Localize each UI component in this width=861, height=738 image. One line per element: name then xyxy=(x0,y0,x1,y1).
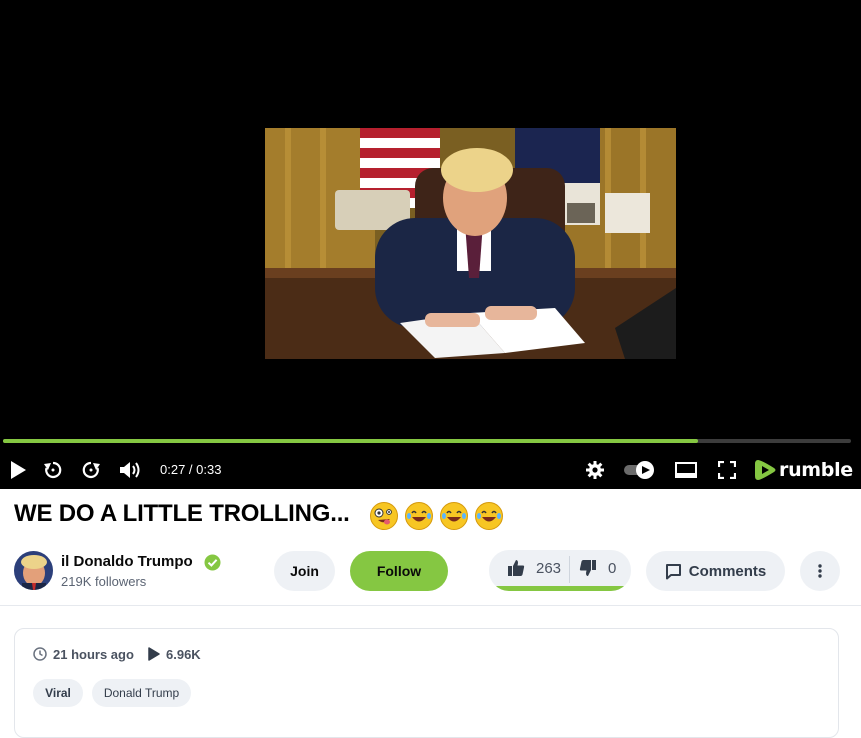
tears-of-joy-emoji xyxy=(440,502,468,530)
time-readout: 0:27 / 0:33 xyxy=(160,462,222,477)
zany-face-emoji xyxy=(370,502,398,530)
fullscreen-icon xyxy=(718,461,736,479)
progress-fill xyxy=(3,439,699,443)
verified-icon xyxy=(204,554,221,571)
theater-icon xyxy=(675,462,697,478)
section-divider xyxy=(0,605,861,606)
progress-bar[interactable] xyxy=(3,439,851,443)
join-button[interactable]: Join xyxy=(274,551,335,591)
channel-name[interactable]: il Donaldo Trumpo xyxy=(61,553,193,570)
posted-time: 21 hours ago xyxy=(33,646,134,662)
vote-separator xyxy=(569,556,570,583)
volume-button[interactable] xyxy=(117,452,143,488)
volume-icon xyxy=(120,462,140,478)
video-title: WE DO A LITTLE TROLLING... xyxy=(14,500,350,527)
comment-icon xyxy=(665,563,681,579)
follow-button[interactable]: Follow xyxy=(350,551,448,591)
vote-ratio-bar xyxy=(489,586,631,591)
tears-of-joy-emoji xyxy=(405,502,433,530)
rumble-logo-icon xyxy=(755,460,776,480)
video-still xyxy=(265,128,676,359)
thumbs-down-icon xyxy=(579,560,596,576)
more-options-button[interactable] xyxy=(800,551,840,591)
tag-donald-trump[interactable]: Donald Trump xyxy=(92,679,191,707)
follower-count: 219K followers xyxy=(61,574,147,589)
video-frame[interactable] xyxy=(265,128,676,359)
view-count: 6.96K xyxy=(147,646,201,662)
settings-button[interactable] xyxy=(584,452,606,488)
comments-label: Comments xyxy=(688,562,767,580)
forward-icon xyxy=(82,461,100,479)
play-button[interactable] xyxy=(6,452,30,488)
thumbs-up-icon xyxy=(508,560,525,576)
play-icon xyxy=(11,461,26,479)
play-count-icon xyxy=(148,647,160,661)
vote-widget: 263 0 xyxy=(489,550,631,591)
downvote-button[interactable]: 0 xyxy=(579,550,616,586)
forward-button[interactable] xyxy=(79,452,103,488)
autoplay-toggle[interactable] xyxy=(622,452,658,488)
downvote-count: 0 xyxy=(608,559,617,577)
toggle-icon xyxy=(624,461,654,479)
rumble-logo[interactable]: rumble xyxy=(754,457,853,483)
rumble-wordmark: rumble xyxy=(779,459,853,481)
theater-button[interactable] xyxy=(674,452,698,488)
clock-icon xyxy=(33,647,47,661)
posted-time-text: 21 hours ago xyxy=(53,646,134,662)
view-count-text: 6.96K xyxy=(166,646,201,662)
gear-icon xyxy=(586,461,604,479)
upvote-button[interactable]: 263 xyxy=(507,550,561,586)
channel-avatar[interactable] xyxy=(14,551,53,590)
title-emojis xyxy=(370,502,503,530)
comments-button[interactable]: Comments xyxy=(646,551,785,591)
tag-viral[interactable]: Viral xyxy=(33,679,83,707)
tears-of-joy-emoji xyxy=(475,502,503,530)
avatar-image xyxy=(14,551,53,590)
player-controls: 0:27 / 0:33 rumble xyxy=(0,452,861,488)
rewind-button[interactable] xyxy=(41,452,65,488)
fullscreen-button[interactable] xyxy=(716,452,738,488)
video-player[interactable]: 0:27 / 0:33 rumble xyxy=(0,0,861,489)
rewind-icon xyxy=(44,461,62,479)
upvote-count: 263 xyxy=(536,559,562,577)
kebab-icon xyxy=(818,564,822,578)
